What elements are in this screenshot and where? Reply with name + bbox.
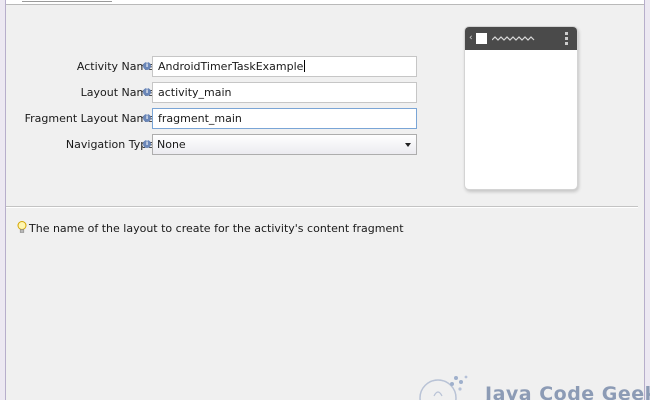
info-icon[interactable]: i (143, 114, 151, 122)
fragment-layout-name-label: Fragment Layout Name (24, 112, 154, 125)
activity-name-row: Activity Name i AndroidTimerTaskExample (6, 56, 426, 78)
app-icon (476, 33, 487, 44)
chevron-down-icon (405, 143, 411, 147)
wizard-header (6, 0, 644, 5)
info-icon[interactable]: i (143, 140, 151, 148)
navigation-type-select[interactable]: None (152, 134, 417, 155)
navigation-type-label: Navigation Type (65, 138, 154, 151)
layout-name-value: activity_main (158, 86, 232, 99)
navigation-type-row: Navigation Type i None (6, 134, 426, 156)
lightbulb-icon (17, 221, 27, 233)
watermark-graphic (419, 375, 468, 400)
overflow-menu-icon (565, 32, 568, 45)
back-icon: ‹ (469, 33, 473, 43)
layout-name-row: Layout Name i activity_main (6, 82, 426, 104)
separator (6, 206, 638, 208)
activity-name-input[interactable]: AndroidTimerTaskExample (152, 56, 417, 77)
wizard-window: Activity Name i AndroidTimerTaskExample … (5, 0, 650, 400)
navigation-type-value: None (157, 138, 186, 151)
watermark-text: Java Code Geeks (485, 383, 650, 400)
title-squiggle-icon (492, 36, 535, 41)
activity-name-value: AndroidTimerTaskExample (158, 60, 304, 73)
info-icon[interactable]: i (143, 88, 151, 96)
fragment-layout-name-input[interactable]: fragment_main (152, 108, 417, 129)
fragment-layout-name-value: fragment_main (158, 112, 242, 125)
info-icon[interactable]: i (143, 62, 151, 70)
hint-text: The name of the layout to create for the… (29, 222, 404, 235)
action-bar: ‹ (465, 27, 577, 50)
layout-name-input[interactable]: activity_main (152, 82, 417, 103)
header-divider (22, 0, 112, 2)
hint-message: The name of the layout to create for the… (17, 221, 404, 235)
text-caret (304, 60, 306, 72)
watermark-logo: Java Code Geeks (408, 372, 650, 400)
fragment-layout-name-row: Fragment Layout Name i fragment_main (6, 108, 426, 130)
device-preview: ‹ (464, 26, 578, 190)
